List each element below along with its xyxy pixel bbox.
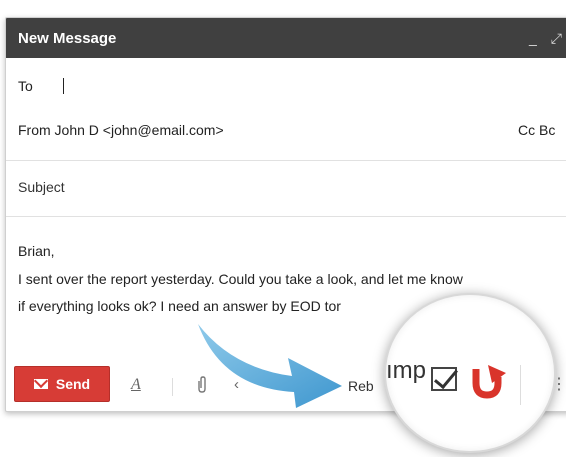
message-line: Brian, <box>18 243 55 259</box>
minimize-icon[interactable]: _ <box>529 30 537 46</box>
magnified-rebump-text: ımp <box>386 357 427 384</box>
compose-titlebar: New Message _ ⤢ <box>6 18 566 58</box>
to-field[interactable]: To <box>18 78 566 94</box>
message-line: I sent over the report yesterday. Could … <box>18 270 463 287</box>
toolbar-separator <box>520 365 521 405</box>
text-caret <box>62 78 64 94</box>
expand-icon[interactable]: ⤢ <box>551 30 562 47</box>
callout-arrow-icon <box>198 324 342 408</box>
divider <box>6 160 566 161</box>
subject-field[interactable]: Subject <box>18 179 566 195</box>
rebump-logo-icon[interactable] <box>466 361 508 401</box>
text-format-icon[interactable]: A <box>131 376 141 394</box>
compose-title: New Message <box>18 29 117 47</box>
to-label: To <box>18 78 33 94</box>
magnifier-lens: ımp <box>384 293 556 453</box>
toolbar-separator <box>172 378 173 396</box>
divider <box>6 216 566 217</box>
checkbox-icon[interactable] <box>431 367 457 391</box>
envelope-icon <box>33 379 48 389</box>
send-label: Send <box>55 376 91 392</box>
from-field[interactable]: From John D <john@email.com> <box>18 122 566 138</box>
cc-bcc-link[interactable]: Cc Bc <box>518 122 555 138</box>
send-button[interactable]: Send <box>14 366 110 402</box>
